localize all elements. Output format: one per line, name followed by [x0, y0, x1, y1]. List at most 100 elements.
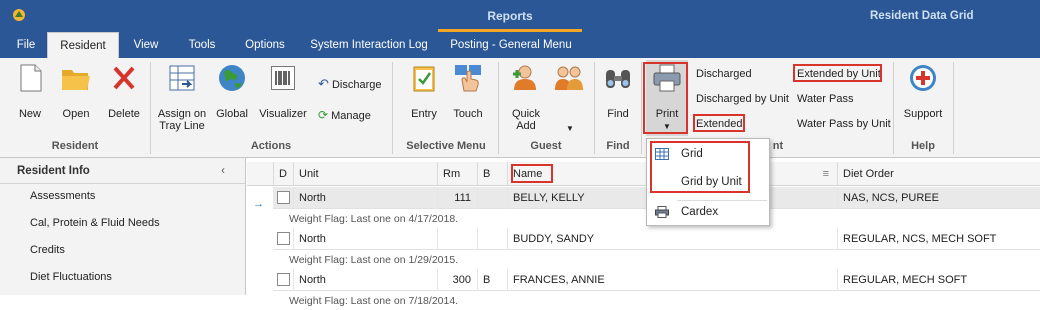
title-bar: Reports Resident Data Grid: [0, 0, 1040, 32]
grid-header: D Unit Rm B Name ≡ Diet Order: [247, 162, 1040, 186]
support-button[interactable]: Support: [898, 64, 948, 124]
resident-info-header[interactable]: Resident Info ‹: [0, 158, 245, 184]
find-label: Find: [607, 108, 629, 120]
ribbon-separator: [594, 62, 595, 154]
print-group-label: nt: [772, 140, 784, 152]
extended-highlight-box: [693, 114, 745, 132]
open-folder-icon: [62, 70, 90, 90]
touch-label: Touch: [453, 108, 483, 120]
new-label: New: [18, 108, 41, 120]
resident-info-panel: Resident Info ‹ Assessments Cal, Protein…: [0, 158, 246, 295]
print-discharged-by-unit-button[interactable]: Discharged by Unit: [696, 93, 789, 105]
row-checkbox[interactable]: [277, 232, 290, 245]
cell-diet-order: REGULAR, MECH SOFT: [837, 269, 1040, 291]
open-button[interactable]: Open: [56, 64, 96, 124]
support-label: Support: [903, 108, 943, 120]
cell-rm: 300: [437, 269, 477, 291]
find-group-label: Find: [606, 140, 630, 152]
delete-x-icon: [113, 66, 135, 90]
cell-unit: North: [293, 187, 437, 209]
entry-button[interactable]: Entry: [402, 64, 446, 124]
new-document-icon: [20, 64, 42, 92]
cell-rm: 111: [437, 187, 477, 209]
help-group-label: Help: [911, 140, 935, 152]
ribbon-separator: [641, 62, 642, 154]
panel-item-diet-fluctuations[interactable]: Diet Fluctuations: [30, 271, 112, 283]
tab-view[interactable]: View: [128, 32, 164, 58]
guest-group-label: Guest: [530, 140, 562, 152]
discharge-label: Discharge: [331, 79, 382, 91]
touch-button[interactable]: Touch: [448, 64, 488, 124]
print-water-pass-button[interactable]: Water Pass: [797, 93, 853, 105]
print-water-pass-by-unit-button[interactable]: Water Pass by Unit: [797, 118, 891, 130]
cell-name: BUDDY, SANDY: [507, 228, 837, 250]
open-label: Open: [62, 108, 90, 120]
window-title: Resident Data Grid: [870, 10, 974, 22]
cell-rm: [437, 228, 477, 250]
tab-system-interaction-log[interactable]: System Interaction Log: [308, 32, 430, 58]
people-group-icon: [555, 66, 583, 90]
guest-people-button[interactable]: ▼: [552, 64, 586, 136]
manage-label: Manage: [331, 110, 371, 122]
tab-posting-general-menu[interactable]: Posting - General Menu: [446, 32, 576, 58]
resident-info-title: Resident Info: [17, 165, 90, 177]
collapse-chevron-icon[interactable]: ‹: [221, 158, 225, 184]
visualizer-label: Visualizer: [259, 108, 307, 120]
selective-menu-group-label: Selective Menu: [406, 140, 486, 152]
column-header-b[interactable]: B: [477, 162, 507, 186]
assign-on-tray-line-button[interactable]: Assign on Tray Line: [154, 64, 210, 136]
menu-bar: File Resident View Tools Options System …: [0, 32, 1040, 58]
binoculars-icon: [606, 70, 630, 88]
reports-context-tab[interactable]: Reports: [438, 0, 582, 32]
ribbon: New Open Delete Resident Assign on Tray …: [0, 58, 1040, 158]
tab-file[interactable]: File: [10, 32, 42, 58]
actions-group-label: Actions: [250, 140, 292, 152]
assign-label: Assign on Tray Line: [157, 108, 207, 132]
reports-context-label: Reports: [487, 9, 533, 23]
delete-button[interactable]: Delete: [104, 64, 144, 124]
tab-tools[interactable]: Tools: [180, 32, 224, 58]
manage-icon: ⟳: [318, 108, 329, 122]
panel-item-cal-protein-fluid-needs[interactable]: Cal, Protein & Fluid Needs: [30, 217, 160, 229]
resident-data-grid: D Unit Rm B Name ≡ Diet Order → North 11…: [247, 158, 1040, 307]
table-row[interactable]: North 300 B FRANCES, ANNIE REGULAR, MECH…: [273, 269, 1040, 291]
row-checkbox[interactable]: [277, 191, 290, 204]
find-button[interactable]: Find: [598, 64, 638, 124]
column-header-d[interactable]: D: [273, 162, 293, 186]
new-button[interactable]: New: [10, 64, 50, 124]
table-row[interactable]: North BUDDY, SANDY REGULAR, NCS, MECH SO…: [273, 228, 1040, 250]
tray-line-icon: [169, 65, 195, 91]
cell-name: FRANCES, ANNIE: [507, 269, 837, 291]
global-button[interactable]: Global: [212, 64, 252, 124]
globe-icon: [219, 65, 245, 91]
discharge-button[interactable]: ↶ Discharge: [318, 76, 382, 92]
cell-diet-order: NAS, NCS, PUREE: [837, 187, 1040, 209]
manage-button[interactable]: ⟳ Manage: [318, 108, 371, 122]
add-person-icon: [513, 65, 536, 90]
column-header-diet-order[interactable]: Diet Order: [837, 162, 1040, 186]
tab-resident[interactable]: Resident: [47, 32, 119, 58]
menu-item-cardex[interactable]: Cardex: [647, 199, 769, 225]
ribbon-separator: [498, 62, 499, 154]
global-label: Global: [216, 108, 248, 120]
resident-group-label: Resident: [51, 140, 99, 152]
visualizer-button[interactable]: Visualizer: [258, 64, 308, 124]
tab-options[interactable]: Options: [238, 32, 292, 58]
row-checkbox[interactable]: [277, 273, 290, 286]
ribbon-separator: [953, 62, 954, 154]
cell-b: [477, 228, 507, 250]
panel-item-assessments[interactable]: Assessments: [30, 190, 95, 202]
touch-hand-icon: [455, 65, 481, 92]
app-logo-icon: [13, 9, 25, 21]
barcode-icon: [271, 66, 295, 90]
column-header-unit[interactable]: Unit: [293, 162, 437, 186]
current-row-arrow-icon: →: [253, 198, 264, 210]
panel-item-credits[interactable]: Credits: [30, 244, 65, 256]
quick-add-button[interactable]: Quick Add: [506, 64, 546, 136]
ribbon-separator: [893, 62, 894, 154]
ribbon-separator: [150, 62, 151, 154]
column-header-rm[interactable]: Rm: [437, 162, 477, 186]
cell-unit: North: [293, 269, 437, 291]
extended-by-unit-highlight-box: [793, 64, 882, 82]
print-discharged-button[interactable]: Discharged: [696, 68, 752, 80]
